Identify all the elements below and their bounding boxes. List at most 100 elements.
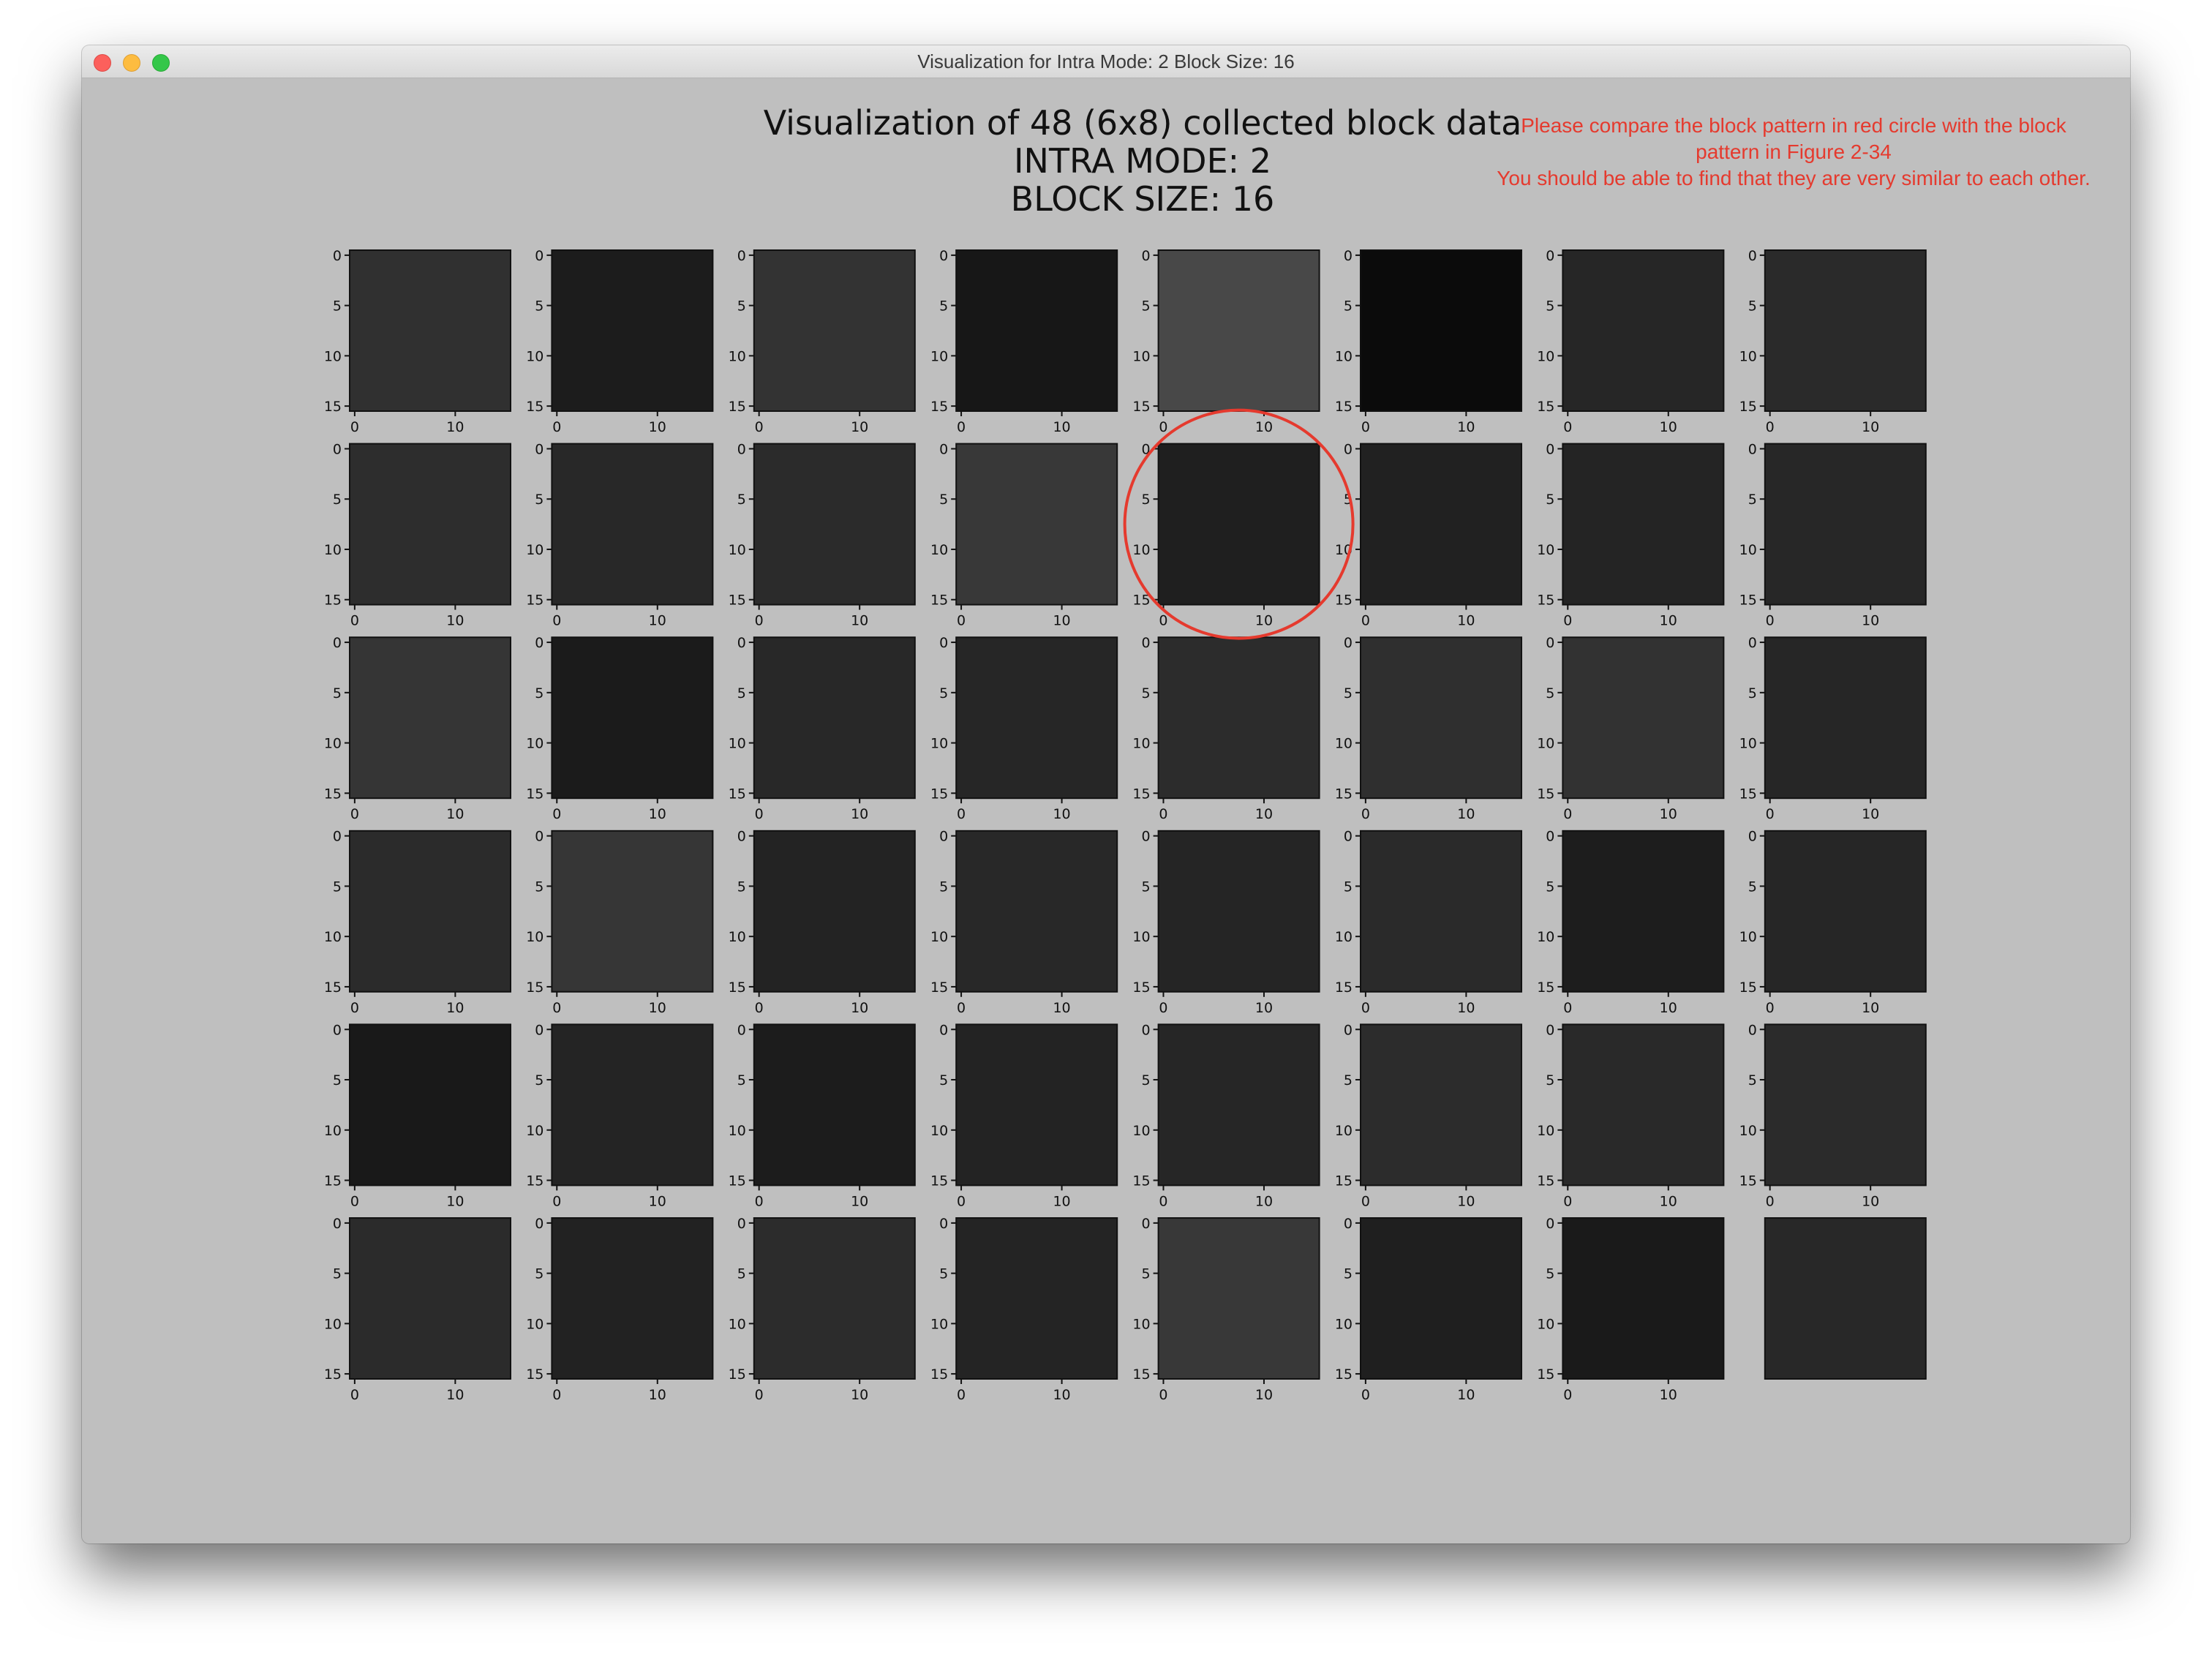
y-tick-label: 0 [1142, 1216, 1151, 1232]
y-tick-label: 10 [324, 1316, 342, 1332]
y-tick-label: 15 [1739, 399, 1757, 415]
y-tick-label: 0 [1142, 635, 1151, 651]
y-tick-label: 5 [1142, 1266, 1151, 1282]
x-tick-label: 10 [1255, 806, 1273, 822]
block-heatmap [1360, 636, 1522, 800]
block-heatmap [955, 1217, 1118, 1380]
x-tick-label: 10 [446, 1387, 464, 1403]
y-tick-label: 15 [1132, 1173, 1150, 1189]
block-heatmap [955, 830, 1118, 993]
y-tick-label: 5 [1546, 298, 1554, 315]
x-tick-label: 0 [1159, 1000, 1167, 1016]
y-tick-label: 15 [1335, 786, 1353, 802]
x-tick-label: 0 [1159, 419, 1167, 435]
y-tick-label: 5 [333, 685, 342, 702]
block-heatmap [1360, 443, 1522, 606]
block-heatmap [349, 1217, 511, 1380]
x-tick-label: 10 [1255, 419, 1273, 435]
block-heatmap [551, 1217, 714, 1380]
y-tick-label: 10 [1132, 1123, 1150, 1139]
block-heatmap [349, 249, 511, 412]
y-tick-label: 0 [1142, 829, 1151, 845]
y-tick-label: 10 [324, 348, 342, 364]
x-tick-label: 0 [1159, 1193, 1167, 1209]
x-tick-label: 10 [1660, 419, 1677, 435]
y-tick-label: 0 [333, 248, 342, 264]
y-tick-label: 5 [1546, 685, 1554, 702]
y-tick-label: 5 [1344, 879, 1353, 895]
y-tick-label: 10 [1335, 929, 1353, 945]
y-tick-label: 0 [1142, 1022, 1151, 1038]
y-tick-label: 10 [1132, 348, 1150, 364]
y-tick-label: 0 [1546, 248, 1554, 264]
x-tick-label: 10 [851, 806, 868, 822]
y-tick-label: 0 [1142, 248, 1151, 264]
y-tick-label: 5 [333, 298, 342, 315]
y-tick-label: 5 [1748, 685, 1757, 702]
y-tick-label: 5 [535, 492, 543, 508]
y-tick-label: 5 [535, 685, 543, 702]
y-tick-label: 0 [333, 1216, 342, 1232]
block-heatmap [1360, 830, 1522, 993]
y-tick-label: 15 [930, 1173, 948, 1189]
y-tick-label: 10 [1132, 929, 1150, 945]
x-tick-label: 10 [1457, 1193, 1475, 1209]
y-tick-label: 0 [737, 441, 746, 457]
y-tick-label: 0 [1546, 829, 1554, 845]
y-tick-label: 10 [1335, 348, 1353, 364]
x-tick-label: 0 [1766, 806, 1775, 822]
x-tick-label: 0 [1361, 1000, 1370, 1016]
y-tick-label: 10 [1132, 542, 1150, 558]
x-tick-label: 0 [552, 613, 561, 629]
block-heatmap [1764, 636, 1927, 800]
y-tick-label: 15 [324, 399, 342, 415]
y-tick-label: 5 [737, 298, 746, 315]
y-tick-label: 5 [939, 1072, 948, 1088]
x-tick-label: 0 [957, 1193, 966, 1209]
y-tick-label: 0 [939, 248, 948, 264]
y-tick-label: 0 [737, 248, 746, 264]
x-tick-label: 0 [1563, 806, 1572, 822]
y-tick-label: 5 [1546, 1072, 1554, 1088]
y-tick-label: 5 [535, 1072, 543, 1088]
y-tick-label: 15 [1335, 1173, 1353, 1189]
x-tick-label: 0 [1361, 1193, 1370, 1209]
y-tick-label: 15 [526, 593, 543, 609]
y-tick-label: 5 [1546, 1266, 1554, 1282]
x-tick-label: 10 [1862, 806, 1879, 822]
x-tick-label: 10 [851, 1000, 868, 1016]
y-tick-label: 15 [1132, 979, 1150, 996]
y-tick-label: 15 [729, 1173, 746, 1189]
y-tick-label: 5 [1344, 298, 1353, 315]
x-tick-label: 10 [1660, 1387, 1677, 1403]
y-tick-label: 15 [526, 1173, 543, 1189]
y-tick-label: 15 [526, 1366, 543, 1383]
x-tick-label: 0 [957, 1387, 966, 1403]
x-tick-label: 10 [1457, 806, 1475, 822]
x-tick-label: 10 [1457, 613, 1475, 629]
y-tick-label: 5 [939, 879, 948, 895]
x-tick-label: 10 [1053, 1387, 1070, 1403]
y-tick-label: 0 [737, 1216, 746, 1232]
y-tick-label: 0 [1344, 1216, 1353, 1232]
y-tick-label: 5 [1344, 685, 1353, 702]
y-tick-label: 10 [930, 542, 948, 558]
y-tick-label: 0 [1748, 635, 1757, 651]
y-tick-label: 0 [1344, 248, 1353, 264]
y-tick-label: 0 [1546, 441, 1554, 457]
x-tick-label: 0 [1361, 419, 1370, 435]
x-tick-label: 0 [1766, 1000, 1775, 1016]
x-tick-label: 10 [1660, 1000, 1677, 1016]
x-tick-label: 10 [446, 806, 464, 822]
y-tick-label: 10 [324, 1123, 342, 1139]
block-heatmap [1562, 1023, 1725, 1187]
y-tick-label: 5 [737, 492, 746, 508]
x-tick-label: 0 [755, 1387, 764, 1403]
y-tick-label: 5 [1748, 298, 1757, 315]
x-tick-label: 0 [957, 419, 966, 435]
x-tick-label: 0 [552, 419, 561, 435]
x-tick-label: 0 [755, 419, 764, 435]
x-tick-label: 10 [446, 1193, 464, 1209]
y-tick-label: 10 [1537, 736, 1554, 752]
y-tick-label: 5 [1142, 492, 1151, 508]
